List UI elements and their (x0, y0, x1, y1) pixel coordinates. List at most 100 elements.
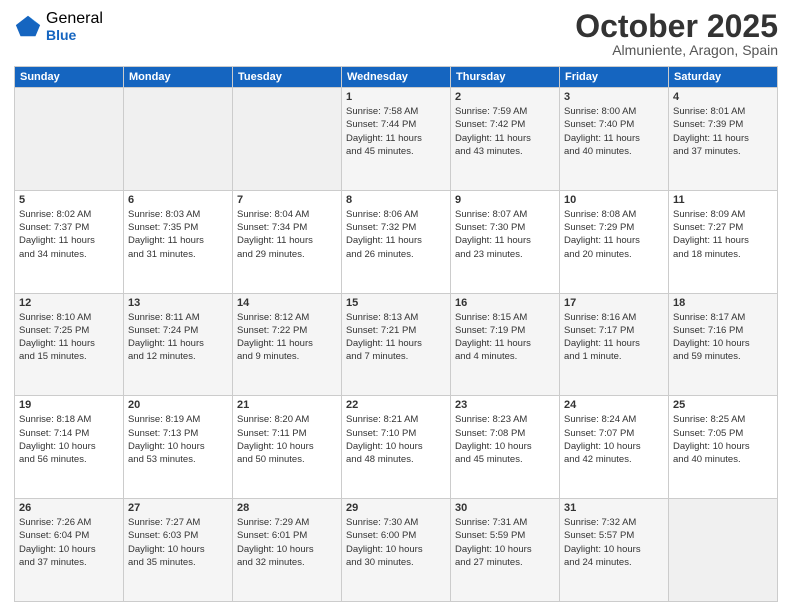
table-row: 29Sunrise: 7:30 AMSunset: 6:00 PMDayligh… (342, 499, 451, 602)
sunrise-text: Sunrise: 7:26 AM (19, 516, 119, 529)
sunrise-text: Sunrise: 8:02 AM (19, 208, 119, 221)
table-row (233, 88, 342, 191)
daylight-text: and 1 minute. (564, 350, 664, 363)
day-info: Sunrise: 7:29 AMSunset: 6:01 PMDaylight:… (237, 516, 337, 569)
daylight-text: Daylight: 10 hours (237, 543, 337, 556)
table-row: 19 Sunrise: 8:18 AMSunset: 7:14 PMDayligh… (15, 396, 124, 499)
sunrise-text: Sunrise: 8:24 AM (564, 413, 664, 426)
day-info: Sunrise: 8:20 AMSunset: 7:11 PMDaylight:… (237, 413, 337, 466)
sunset-text: Sunset: 7:42 PM (455, 118, 555, 131)
daylight-text: Daylight: 10 hours (455, 543, 555, 556)
sunset-text: Sunset: 6:00 PM (346, 529, 446, 542)
sunset-text: Sunset: 7:29 PM (564, 221, 664, 234)
day-number: 5 (19, 194, 119, 206)
day-number: 14 (237, 297, 337, 309)
day-info: Sunrise: 8:00 AMSunset: 7:40 PMDaylight:… (564, 105, 664, 158)
col-monday: Monday (124, 67, 233, 88)
day-number: 20 (128, 399, 228, 411)
daylight-text: and 45 minutes. (455, 453, 555, 466)
day-number: 7 (237, 194, 337, 206)
daylight-text: and 59 minutes. (673, 350, 773, 363)
day-info: Sunrise: 7:31 AMSunset: 5:59 PMDaylight:… (455, 516, 555, 569)
table-row: 26Sunrise: 7:26 AMSunset: 6:04 PMDayligh… (15, 499, 124, 602)
day-info: Sunrise: 8:12 AMSunset: 7:22 PMDaylight:… (237, 311, 337, 364)
header: General Blue October 2025 Almuniente, Ar… (14, 10, 778, 58)
daylight-text: Daylight: 11 hours (19, 234, 119, 247)
day-number: 15 (346, 297, 446, 309)
table-row: 5Sunrise: 8:02 AMSunset: 7:37 PMDaylight… (15, 190, 124, 293)
day-info: Sunrise: 8:18 AMSunset: 7:14 PMDaylight:… (19, 413, 119, 466)
daylight-text: Daylight: 10 hours (673, 337, 773, 350)
sunrise-text: Sunrise: 8:03 AM (128, 208, 228, 221)
day-info: Sunrise: 7:26 AMSunset: 6:04 PMDaylight:… (19, 516, 119, 569)
daylight-text: Daylight: 10 hours (564, 440, 664, 453)
sunset-text: Sunset: 7:19 PM (455, 324, 555, 337)
sunset-text: Sunset: 7:27 PM (673, 221, 773, 234)
sunset-text: Sunset: 7:22 PM (237, 324, 337, 337)
daylight-text: Daylight: 11 hours (237, 234, 337, 247)
daylight-text: and 42 minutes. (564, 453, 664, 466)
sunrise-text: Sunrise: 7:58 AM (346, 105, 446, 118)
table-row: 22Sunrise: 8:21 AMSunset: 7:10 PMDayligh… (342, 396, 451, 499)
day-number: 17 (564, 297, 664, 309)
day-number: 6 (128, 194, 228, 206)
day-info: Sunrise: 8:11 AMSunset: 7:24 PMDaylight:… (128, 311, 228, 364)
sunset-text: Sunset: 7:25 PM (19, 324, 119, 337)
table-row: 11 Sunrise: 8:09 AMSunset: 7:27 PMDayligh… (669, 190, 778, 293)
day-number: 11 (673, 194, 773, 206)
daylight-text: and 53 minutes. (128, 453, 228, 466)
day-info: Sunrise: 8:15 AMSunset: 7:19 PMDaylight:… (455, 311, 555, 364)
table-row: 8Sunrise: 8:06 AMSunset: 7:32 PMDaylight… (342, 190, 451, 293)
sunrise-text: Sunrise: 8:08 AM (564, 208, 664, 221)
daylight-text: and 23 minutes. (455, 248, 555, 261)
table-row: 13Sunrise: 8:11 AMSunset: 7:24 PMDayligh… (124, 293, 233, 396)
daylight-text: Daylight: 11 hours (346, 132, 446, 145)
daylight-text: and 31 minutes. (128, 248, 228, 261)
col-saturday: Saturday (669, 67, 778, 88)
daylight-text: Daylight: 11 hours (19, 337, 119, 350)
table-row: 17Sunrise: 8:16 AMSunset: 7:17 PMDayligh… (560, 293, 669, 396)
sunrise-text: Sunrise: 8:23 AM (455, 413, 555, 426)
daylight-text: and 32 minutes. (237, 556, 337, 569)
table-row: 4Sunrise: 8:01 AMSunset: 7:39 PMDaylight… (669, 88, 778, 191)
daylight-text: Daylight: 11 hours (673, 234, 773, 247)
sunset-text: Sunset: 7:44 PM (346, 118, 446, 131)
sunset-text: Sunset: 7:16 PM (673, 324, 773, 337)
day-number: 19 (19, 399, 119, 411)
daylight-text: Daylight: 11 hours (564, 337, 664, 350)
sunrise-text: Sunrise: 7:30 AM (346, 516, 446, 529)
sunset-text: Sunset: 7:11 PM (237, 427, 337, 440)
daylight-text: and 9 minutes. (237, 350, 337, 363)
sunrise-text: Sunrise: 8:09 AM (673, 208, 773, 221)
calendar-week-row: 26Sunrise: 7:26 AMSunset: 6:04 PMDayligh… (15, 499, 778, 602)
daylight-text: and 30 minutes. (346, 556, 446, 569)
sunrise-text: Sunrise: 7:59 AM (455, 105, 555, 118)
day-number: 16 (455, 297, 555, 309)
day-number: 2 (455, 91, 555, 103)
sunrise-text: Sunrise: 7:31 AM (455, 516, 555, 529)
daylight-text: and 37 minutes. (19, 556, 119, 569)
table-row: 14 Sunrise: 8:12 AMSunset: 7:22 PMDayligh… (233, 293, 342, 396)
sunrise-text: Sunrise: 8:01 AM (673, 105, 773, 118)
table-row: 7Sunrise: 8:04 AMSunset: 7:34 PMDaylight… (233, 190, 342, 293)
sunrise-text: Sunrise: 7:29 AM (237, 516, 337, 529)
daylight-text: Daylight: 10 hours (564, 543, 664, 556)
table-row: 24Sunrise: 8:24 AMSunset: 7:07 PMDayligh… (560, 396, 669, 499)
day-number: 12 (19, 297, 119, 309)
day-info: Sunrise: 8:23 AMSunset: 7:08 PMDaylight:… (455, 413, 555, 466)
table-row: 30Sunrise: 7:31 AMSunset: 5:59 PMDayligh… (451, 499, 560, 602)
day-info: Sunrise: 8:25 AMSunset: 7:05 PMDaylight:… (673, 413, 773, 466)
day-number: 3 (564, 91, 664, 103)
calendar-week-row: 5Sunrise: 8:02 AMSunset: 7:37 PMDaylight… (15, 190, 778, 293)
daylight-text: and 56 minutes. (19, 453, 119, 466)
sunrise-text: Sunrise: 7:27 AM (128, 516, 228, 529)
sunset-text: Sunset: 5:57 PM (564, 529, 664, 542)
calendar-week-row: 1Sunrise: 7:58 AMSunset: 7:44 PMDaylight… (15, 88, 778, 191)
daylight-text: and 48 minutes. (346, 453, 446, 466)
daylight-text: Daylight: 11 hours (237, 337, 337, 350)
location-subtitle: Almuniente, Aragon, Spain (575, 42, 778, 58)
daylight-text: Daylight: 11 hours (128, 337, 228, 350)
sunset-text: Sunset: 7:14 PM (19, 427, 119, 440)
daylight-text: and 29 minutes. (237, 248, 337, 261)
daylight-text: and 12 minutes. (128, 350, 228, 363)
